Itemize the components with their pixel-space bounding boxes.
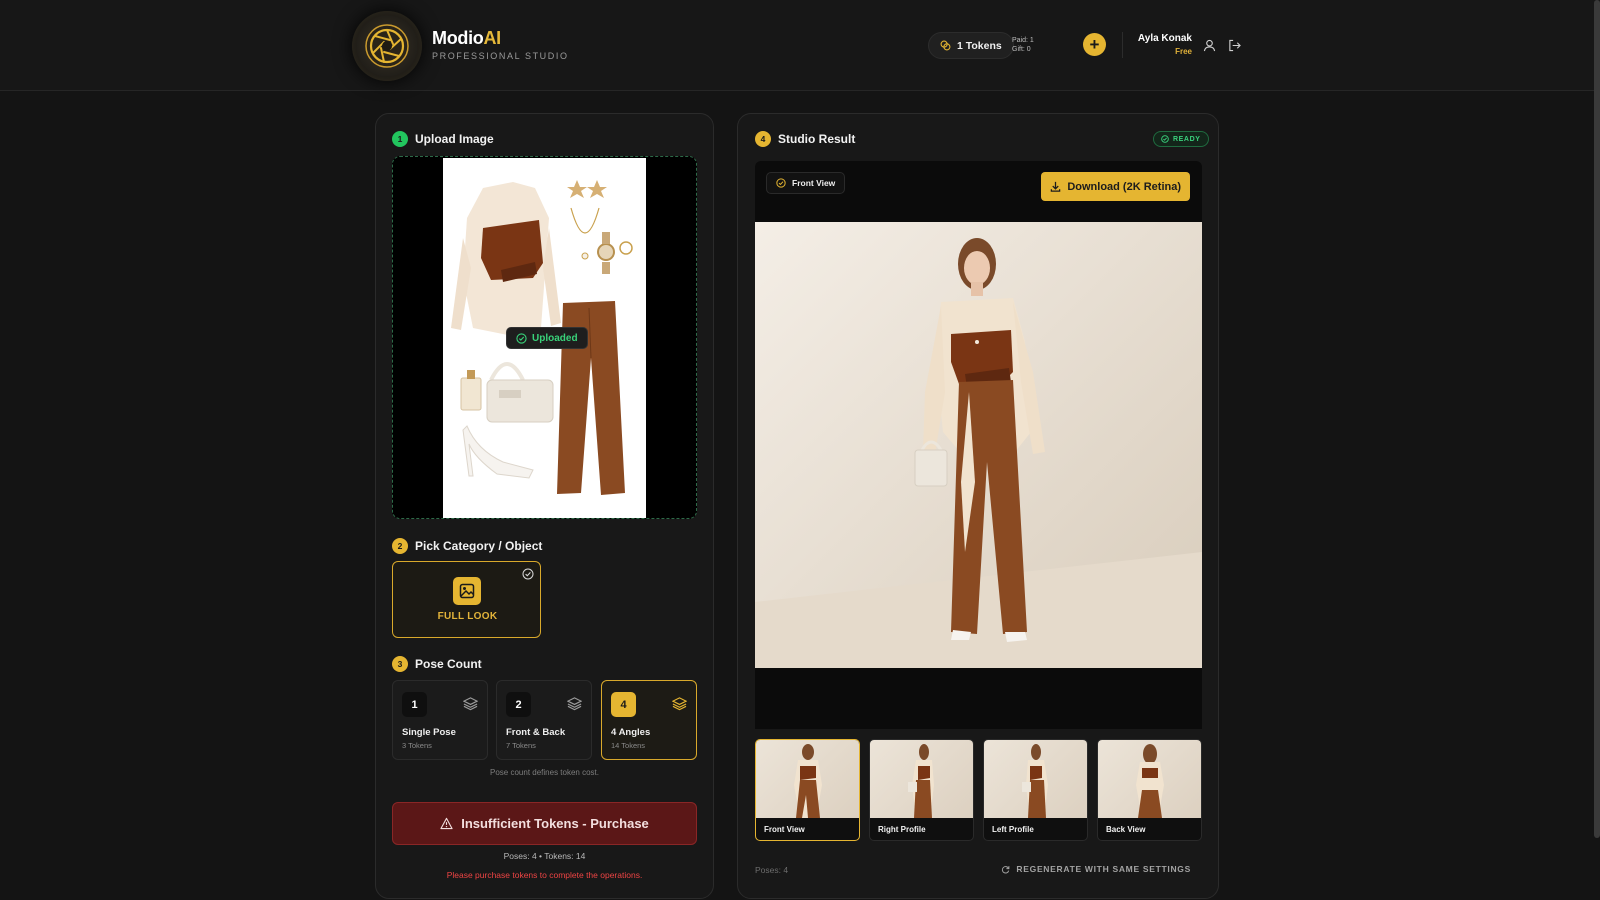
current-view-label: Front View bbox=[766, 172, 846, 194]
aperture-icon bbox=[365, 24, 409, 68]
user-name: Ayla Konak bbox=[1137, 33, 1192, 44]
step-category-heading: 2 Pick Category / Object bbox=[392, 538, 542, 554]
download-button[interactable]: Download (2K Retina) bbox=[1041, 172, 1190, 201]
order-summary: Poses: 4 • Tokens: 14 bbox=[503, 851, 586, 861]
thumbnail-image bbox=[1098, 740, 1201, 818]
purchase-button-label: Insufficient Tokens - Purchase bbox=[461, 816, 649, 831]
token-breakdown: Paid: 1 Gift: 0 bbox=[1012, 36, 1034, 54]
thumbnail-image bbox=[756, 740, 859, 818]
step-number: 2 bbox=[392, 538, 408, 554]
pose-option-title: Front & Back bbox=[506, 727, 566, 738]
warning-icon bbox=[440, 817, 453, 830]
thumbnail-label: Right Profile bbox=[878, 825, 926, 834]
thumbnail-label: Back View bbox=[1106, 825, 1146, 834]
pose-option-cost: 3 Tokens bbox=[402, 741, 432, 750]
step-number: 1 bbox=[392, 131, 408, 147]
regenerate-button[interactable]: REGENERATE WITH SAME SETTINGS bbox=[1001, 864, 1191, 874]
result-viewer: Front View Download (2K Retina) bbox=[755, 161, 1202, 729]
selected-check-icon bbox=[522, 568, 534, 580]
category-label: FULL LOOK bbox=[437, 611, 498, 622]
step-title: Pick Category / Object bbox=[415, 539, 543, 553]
page-scrollbar[interactable] bbox=[1594, 0, 1600, 838]
thumbnail-image bbox=[984, 740, 1087, 818]
pose-count-badge: 2 bbox=[506, 692, 531, 717]
logo[interactable] bbox=[352, 11, 422, 81]
coins-icon bbox=[940, 40, 951, 51]
pose-option-cost: 7 Tokens bbox=[506, 741, 536, 750]
step-pose-heading: 3 Pose Count bbox=[392, 656, 482, 672]
thumbnail-right-profile[interactable]: Right Profile bbox=[869, 739, 974, 841]
thumbnail-front-view[interactable]: Front View bbox=[755, 739, 860, 841]
upload-status-label: Uploaded bbox=[532, 332, 578, 344]
plus-icon: + bbox=[1089, 35, 1100, 54]
pose-option-4-angles[interactable]: 4 4 Angles 14 Tokens bbox=[601, 680, 697, 760]
pose-cost-note: Pose count defines token cost. bbox=[490, 768, 599, 777]
status-badge: READY bbox=[1153, 131, 1209, 147]
refresh-icon bbox=[1002, 865, 1010, 873]
header-divider bbox=[1122, 32, 1123, 58]
user-icon bbox=[1203, 39, 1215, 51]
download-icon bbox=[1051, 181, 1061, 192]
image-icon bbox=[453, 577, 481, 605]
step-title: Upload Image bbox=[415, 132, 494, 146]
upload-dropzone[interactable]: Uploaded bbox=[392, 156, 697, 519]
logout-button[interactable] bbox=[1226, 37, 1242, 53]
brand-subtitle: PROFESSIONAL STUDIO bbox=[432, 51, 569, 61]
app-header: ModioAI PROFESSIONAL STUDIO 1 Tokens Pai… bbox=[0, 0, 1600, 91]
check-circle-icon bbox=[776, 178, 786, 188]
step-upload-heading: 1 Upload Image bbox=[392, 131, 494, 147]
user-plan: Free bbox=[1175, 47, 1192, 56]
layers-icon bbox=[567, 697, 582, 711]
brand-name: ModioAI bbox=[432, 28, 501, 48]
poses-footer: Poses: 4 bbox=[755, 865, 789, 875]
category-full-look[interactable]: FULL LOOK bbox=[392, 561, 541, 638]
pose-option-title: 4 Angles bbox=[611, 727, 651, 738]
step-title: Pose Count bbox=[415, 657, 482, 671]
check-circle-icon bbox=[516, 332, 527, 344]
thumbnail-label: Front View bbox=[764, 825, 805, 834]
pose-option-cost: 14 Tokens bbox=[611, 741, 646, 750]
pose-option-single[interactable]: 1 Single Pose 3 Tokens bbox=[392, 680, 488, 760]
add-tokens-button[interactable]: + bbox=[1083, 33, 1106, 56]
status-label: READY bbox=[1173, 135, 1201, 143]
token-balance[interactable]: 1 Tokens bbox=[928, 32, 1014, 59]
step-number: 4 bbox=[755, 131, 771, 147]
regenerate-label: REGENERATE WITH SAME SETTINGS bbox=[1016, 864, 1191, 874]
purchase-tokens-button[interactable]: Insufficient Tokens - Purchase bbox=[392, 802, 697, 845]
thumbnail-label: Left Profile bbox=[992, 825, 1034, 834]
pose-count-badge: 1 bbox=[402, 692, 427, 717]
pose-option-title: Single Pose bbox=[402, 727, 456, 738]
token-count: 1 Tokens bbox=[957, 39, 1002, 52]
view-label-text: Front View bbox=[792, 178, 836, 188]
generated-model-photo[interactable] bbox=[755, 222, 1202, 668]
pose-option-front-back[interactable]: 2 Front & Back 7 Tokens bbox=[496, 680, 592, 760]
download-label: Download (2K Retina) bbox=[1067, 180, 1181, 193]
layers-icon bbox=[463, 697, 478, 711]
paid-tokens: Paid: 1 bbox=[1012, 37, 1034, 44]
layers-icon bbox=[672, 697, 687, 711]
upload-status-badge: Uploaded bbox=[506, 327, 588, 349]
token-warning: Please purchase tokens to complete the o… bbox=[446, 870, 643, 880]
pose-count-badge: 4 bbox=[611, 692, 636, 717]
gift-tokens: Gift: 0 bbox=[1012, 46, 1031, 53]
thumbnail-image bbox=[870, 740, 973, 818]
profile-button[interactable] bbox=[1201, 37, 1217, 53]
logout-icon bbox=[1228, 39, 1241, 51]
step-number: 3 bbox=[392, 656, 408, 672]
check-circle-icon bbox=[1161, 135, 1169, 143]
thumbnail-back-view[interactable]: Back View bbox=[1097, 739, 1202, 841]
step-title: Studio Result bbox=[778, 132, 856, 146]
thumbnail-left-profile[interactable]: Left Profile bbox=[983, 739, 1088, 841]
step-result-heading: 4 Studio Result bbox=[755, 131, 855, 147]
